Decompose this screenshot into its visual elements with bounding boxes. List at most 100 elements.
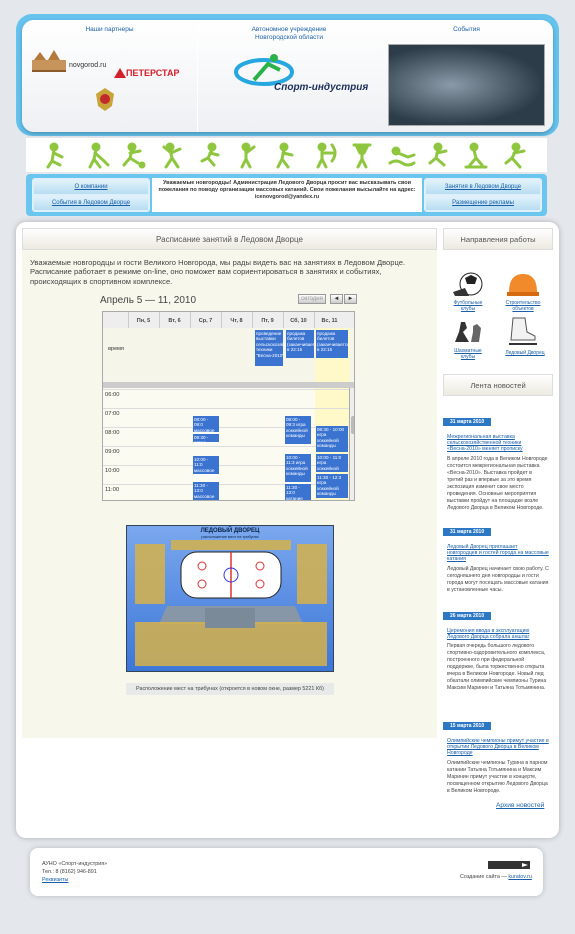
basketball-icon <box>240 142 256 169</box>
news-date: 31 марта 2010 <box>443 528 492 536</box>
news-title: Лента новостей <box>443 374 553 396</box>
event-block[interactable]: 10:00 - 11:3 игра хоккейной команды <box>285 454 311 482</box>
runner-icon <box>200 142 220 167</box>
time-label: 08:00 <box>105 430 120 436</box>
day-header: Сб, 10 <box>290 318 307 324</box>
developer-logo-icon[interactable] <box>488 861 530 869</box>
left-links: О компании События в Ледовом Дворце <box>32 178 150 212</box>
ads-link[interactable]: Размещение рекламы <box>426 197 540 210</box>
header: Наши партнеры novgorod.ru ПЕТЕРСТАР Авто… <box>22 20 553 132</box>
time-label: 11:00 <box>105 487 120 493</box>
event-block[interactable]: 09:30 - катал <box>193 434 219 445</box>
event-block[interactable]: 11:30 - 13:0 катание массово <box>285 484 311 500</box>
news-item: 26 марта 2010 Церемония ввода в эксплуат… <box>443 604 553 692</box>
day-header: Ср, 7 <box>198 318 213 324</box>
time-label: 10:00 <box>105 468 120 474</box>
day-header: Вт, 6 <box>168 318 181 324</box>
org-title: Автономное учреждение Новгородской област… <box>251 26 327 41</box>
event-block[interactable]: 08:30 - 10:00 игра хоккейной команды <box>316 426 348 452</box>
directions-title: Направления работы <box>443 228 553 250</box>
time-label: 09:00 <box>105 449 120 455</box>
direction-icepalace-link[interactable]: Ледовый Дворец <box>499 350 551 356</box>
schedule-scrollbar[interactable] <box>349 388 354 500</box>
event-block[interactable]: 11:30 - 13:0 массовое катание <box>193 482 219 500</box>
footer-org-info: АУНО «Спорт-индустрия» Тел.: 8 (8162) 94… <box>42 860 107 884</box>
news-text: Олимпийские чемпионы Турина в парном кат… <box>447 759 548 794</box>
swimming-icon <box>388 146 416 167</box>
archery-icon <box>316 142 337 169</box>
news-date: 26 марта 2010 <box>443 612 492 620</box>
news-item: 31 марта 2010 Ледовый Дворец приглашает … <box>443 520 553 594</box>
rink-plan-icon <box>135 540 327 666</box>
events-link[interactable]: События в Ледовом Дворце <box>34 197 148 210</box>
novgorod-logo-icon[interactable] <box>30 48 70 74</box>
skate-icon[interactable] <box>505 316 539 346</box>
developer-link[interactable]: kuratov.ru <box>508 874 532 880</box>
scrollbar-thumb[interactable] <box>351 416 354 434</box>
right-links: Занятия в Ледовом Дворце Размещение рекл… <box>424 178 542 212</box>
news-title-link[interactable]: Церемония ввода в эксплуатацию Ледового … <box>443 628 553 640</box>
news-title-link[interactable]: Олимпийские чемпионы примут участие в от… <box>443 738 553 757</box>
tennis-icon <box>276 142 294 169</box>
sprint-icon <box>504 142 526 169</box>
allday-event[interactable]: проведение выставки сельскохозяйственной… <box>255 330 304 366</box>
football-icon <box>122 142 146 169</box>
event-block[interactable]: 08:00 - 09:3 игра хоккейной команды <box>285 416 311 444</box>
page-title: Расписание занятий в Ледовом Дворце <box>22 228 437 250</box>
events-photo[interactable] <box>388 44 545 126</box>
hour-line <box>103 465 349 466</box>
hour-line <box>103 427 349 428</box>
classes-link[interactable]: Занятия в Ледовом Дворце <box>426 181 540 194</box>
seating-map-image[interactable]: ЛЕДОВЫЙ ДВОРЕЦ расположение мест на триб… <box>126 525 334 672</box>
news-text: Ледовый Дворец начинает свою работу. С с… <box>447 565 549 593</box>
news-item: 31 марта 2010 Межрегиональная выставка с… <box>443 410 553 512</box>
hour-line <box>103 484 349 485</box>
partner-novgorod[interactable]: novgorod.ru <box>69 62 106 69</box>
footer-credit: Создание сайта — kuratov.ru <box>460 874 532 880</box>
partner-peterstar[interactable]: ПЕТЕРСТАР <box>126 68 179 78</box>
seatmap-caption[interactable]: Расположение мест на трибунах (откроется… <box>126 683 334 695</box>
news-title-link[interactable]: Ледовый Дворец приглашает новгородцев и … <box>443 544 553 563</box>
next-week-button[interactable]: ► <box>344 294 357 304</box>
partners-title: Наши партнеры <box>85 26 134 33</box>
notice-text: Уважаемые новгородцы! Администрация Ледо… <box>152 178 422 212</box>
day-header: Чт, 8 <box>230 318 243 324</box>
allday-event[interactable]: продажа билетов (заканчивается в 22:15 <box>286 330 320 358</box>
skating-icon <box>428 142 448 167</box>
org-logo-text[interactable]: Спорт-индустрия <box>274 82 368 93</box>
news-item: 15 марта 2010 Олимпийские чемпионы приму… <box>443 714 553 795</box>
event-block[interactable]: 11:30 - 12:3 игра хоккейной команды <box>316 474 348 498</box>
footer: АУНО «Спорт-индустрия» Тел.: 8 (8162) 94… <box>30 848 543 896</box>
weightlifting-icon <box>352 143 372 169</box>
allday-label: время <box>108 346 124 352</box>
news-title-link[interactable]: Межрегиональная выставка сельскохозяйств… <box>443 434 553 453</box>
event-block[interactable]: 10:00 - 11:0 игра хоккейной команды <box>316 454 348 476</box>
about-link[interactable]: О компании <box>34 181 148 194</box>
hour-line <box>103 408 349 409</box>
day-header: Вс, 11 <box>321 318 338 324</box>
direction-football-link[interactable]: Футбольные клубы <box>447 300 489 312</box>
peterstar-icon <box>114 68 126 78</box>
allday-event[interactable]: продажа билетов (заканчивается в 22:15 <box>316 330 350 358</box>
schedule-title: Апрель 5 — 11, 2010 <box>100 295 197 306</box>
hockey-icon <box>88 142 110 169</box>
requisites-link[interactable]: Реквизиты <box>42 876 107 884</box>
sports-icons-row <box>46 142 526 169</box>
curling-icon <box>46 142 64 169</box>
event-block[interactable]: 10:00 - 11:0 массовое катание <box>193 456 219 478</box>
today-button[interactable]: сегодня <box>298 294 326 304</box>
news-date: 15 марта 2010 <box>443 722 492 730</box>
direction-construction-link[interactable]: Строительство объектов <box>501 300 545 312</box>
helmet-icon[interactable] <box>505 270 539 298</box>
prev-week-button[interactable]: ◄ <box>330 294 343 304</box>
football-icon[interactable] <box>451 272 485 298</box>
volleyball-icon <box>162 142 182 169</box>
event-block[interactable]: 08:00 - 09:0 массовое катание <box>193 416 219 438</box>
news-archive-link[interactable]: Архив новостей <box>496 802 544 809</box>
direction-chess-link[interactable]: Шахматные клубы <box>447 348 489 360</box>
chess-icon[interactable] <box>451 318 485 346</box>
day-header: Пт, 9 <box>261 318 274 324</box>
news-text: В апреле 2010 года в Великом Новгороде с… <box>447 455 548 511</box>
emblem-icon[interactable] <box>94 86 116 112</box>
events-column: События <box>380 20 553 132</box>
